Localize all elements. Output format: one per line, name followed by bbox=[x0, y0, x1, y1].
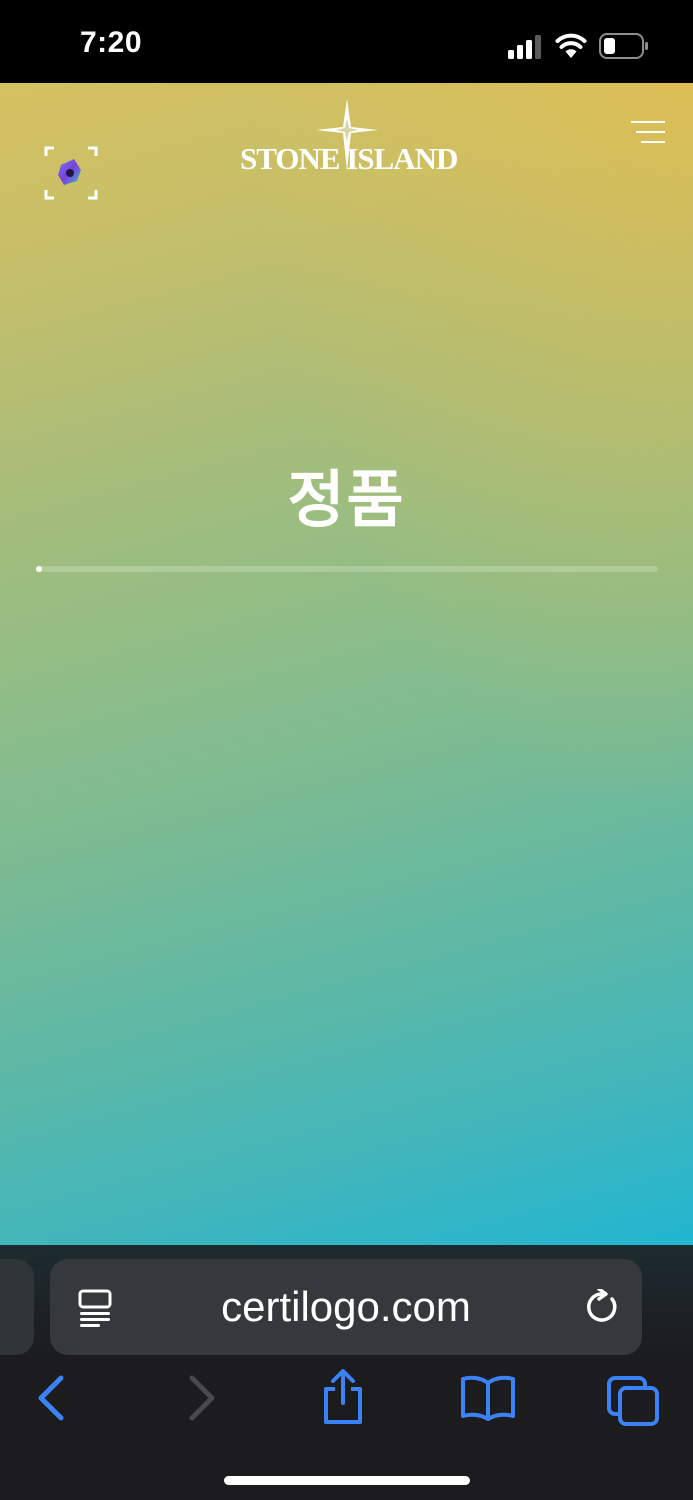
wifi-icon bbox=[555, 32, 587, 58]
forward-button[interactable] bbox=[186, 1375, 216, 1421]
tabs-icon bbox=[607, 1376, 659, 1426]
reload-icon[interactable] bbox=[584, 1289, 620, 1325]
progress-fill bbox=[36, 566, 43, 572]
share-icon bbox=[324, 1369, 362, 1424]
tabs-button[interactable] bbox=[606, 1375, 660, 1427]
menu-button[interactable] bbox=[631, 119, 665, 147]
battery-icon bbox=[599, 33, 649, 59]
stone-island-logo[interactable]: STONE ISLAND bbox=[240, 99, 458, 179]
back-button[interactable] bbox=[34, 1375, 68, 1421]
signal-icon bbox=[508, 35, 544, 59]
bookmarks-icon bbox=[461, 1375, 515, 1421]
home-indicator[interactable] bbox=[224, 1476, 470, 1485]
address-bar[interactable]: certilogo.com bbox=[50, 1259, 642, 1355]
status-bar: 7:20 bbox=[0, 0, 693, 83]
url-text[interactable]: certilogo.com bbox=[130, 1283, 562, 1331]
brand-name: STONE ISLAND bbox=[240, 141, 458, 176]
menu-icon bbox=[631, 121, 665, 143]
forward-icon bbox=[189, 1375, 215, 1421]
scan-icon bbox=[44, 146, 98, 200]
browser-bar: certilogo.com bbox=[0, 1245, 693, 1500]
progress-bar bbox=[36, 566, 658, 572]
scan-button[interactable] bbox=[44, 146, 98, 200]
back-icon bbox=[38, 1375, 64, 1421]
status-time: 7:20 bbox=[80, 26, 143, 59]
web-content: STONE ISLAND 정품 bbox=[0, 83, 693, 1245]
previous-tab-preview[interactable] bbox=[0, 1259, 34, 1355]
bookmarks-button[interactable] bbox=[460, 1375, 516, 1421]
reader-icon[interactable] bbox=[78, 1289, 112, 1327]
share-button[interactable] bbox=[320, 1369, 366, 1425]
phone-screen: 7:20 STONE ISLAND 정품 certilogo.com bbox=[0, 0, 693, 1500]
authentic-headline: 정품 bbox=[287, 466, 406, 535]
